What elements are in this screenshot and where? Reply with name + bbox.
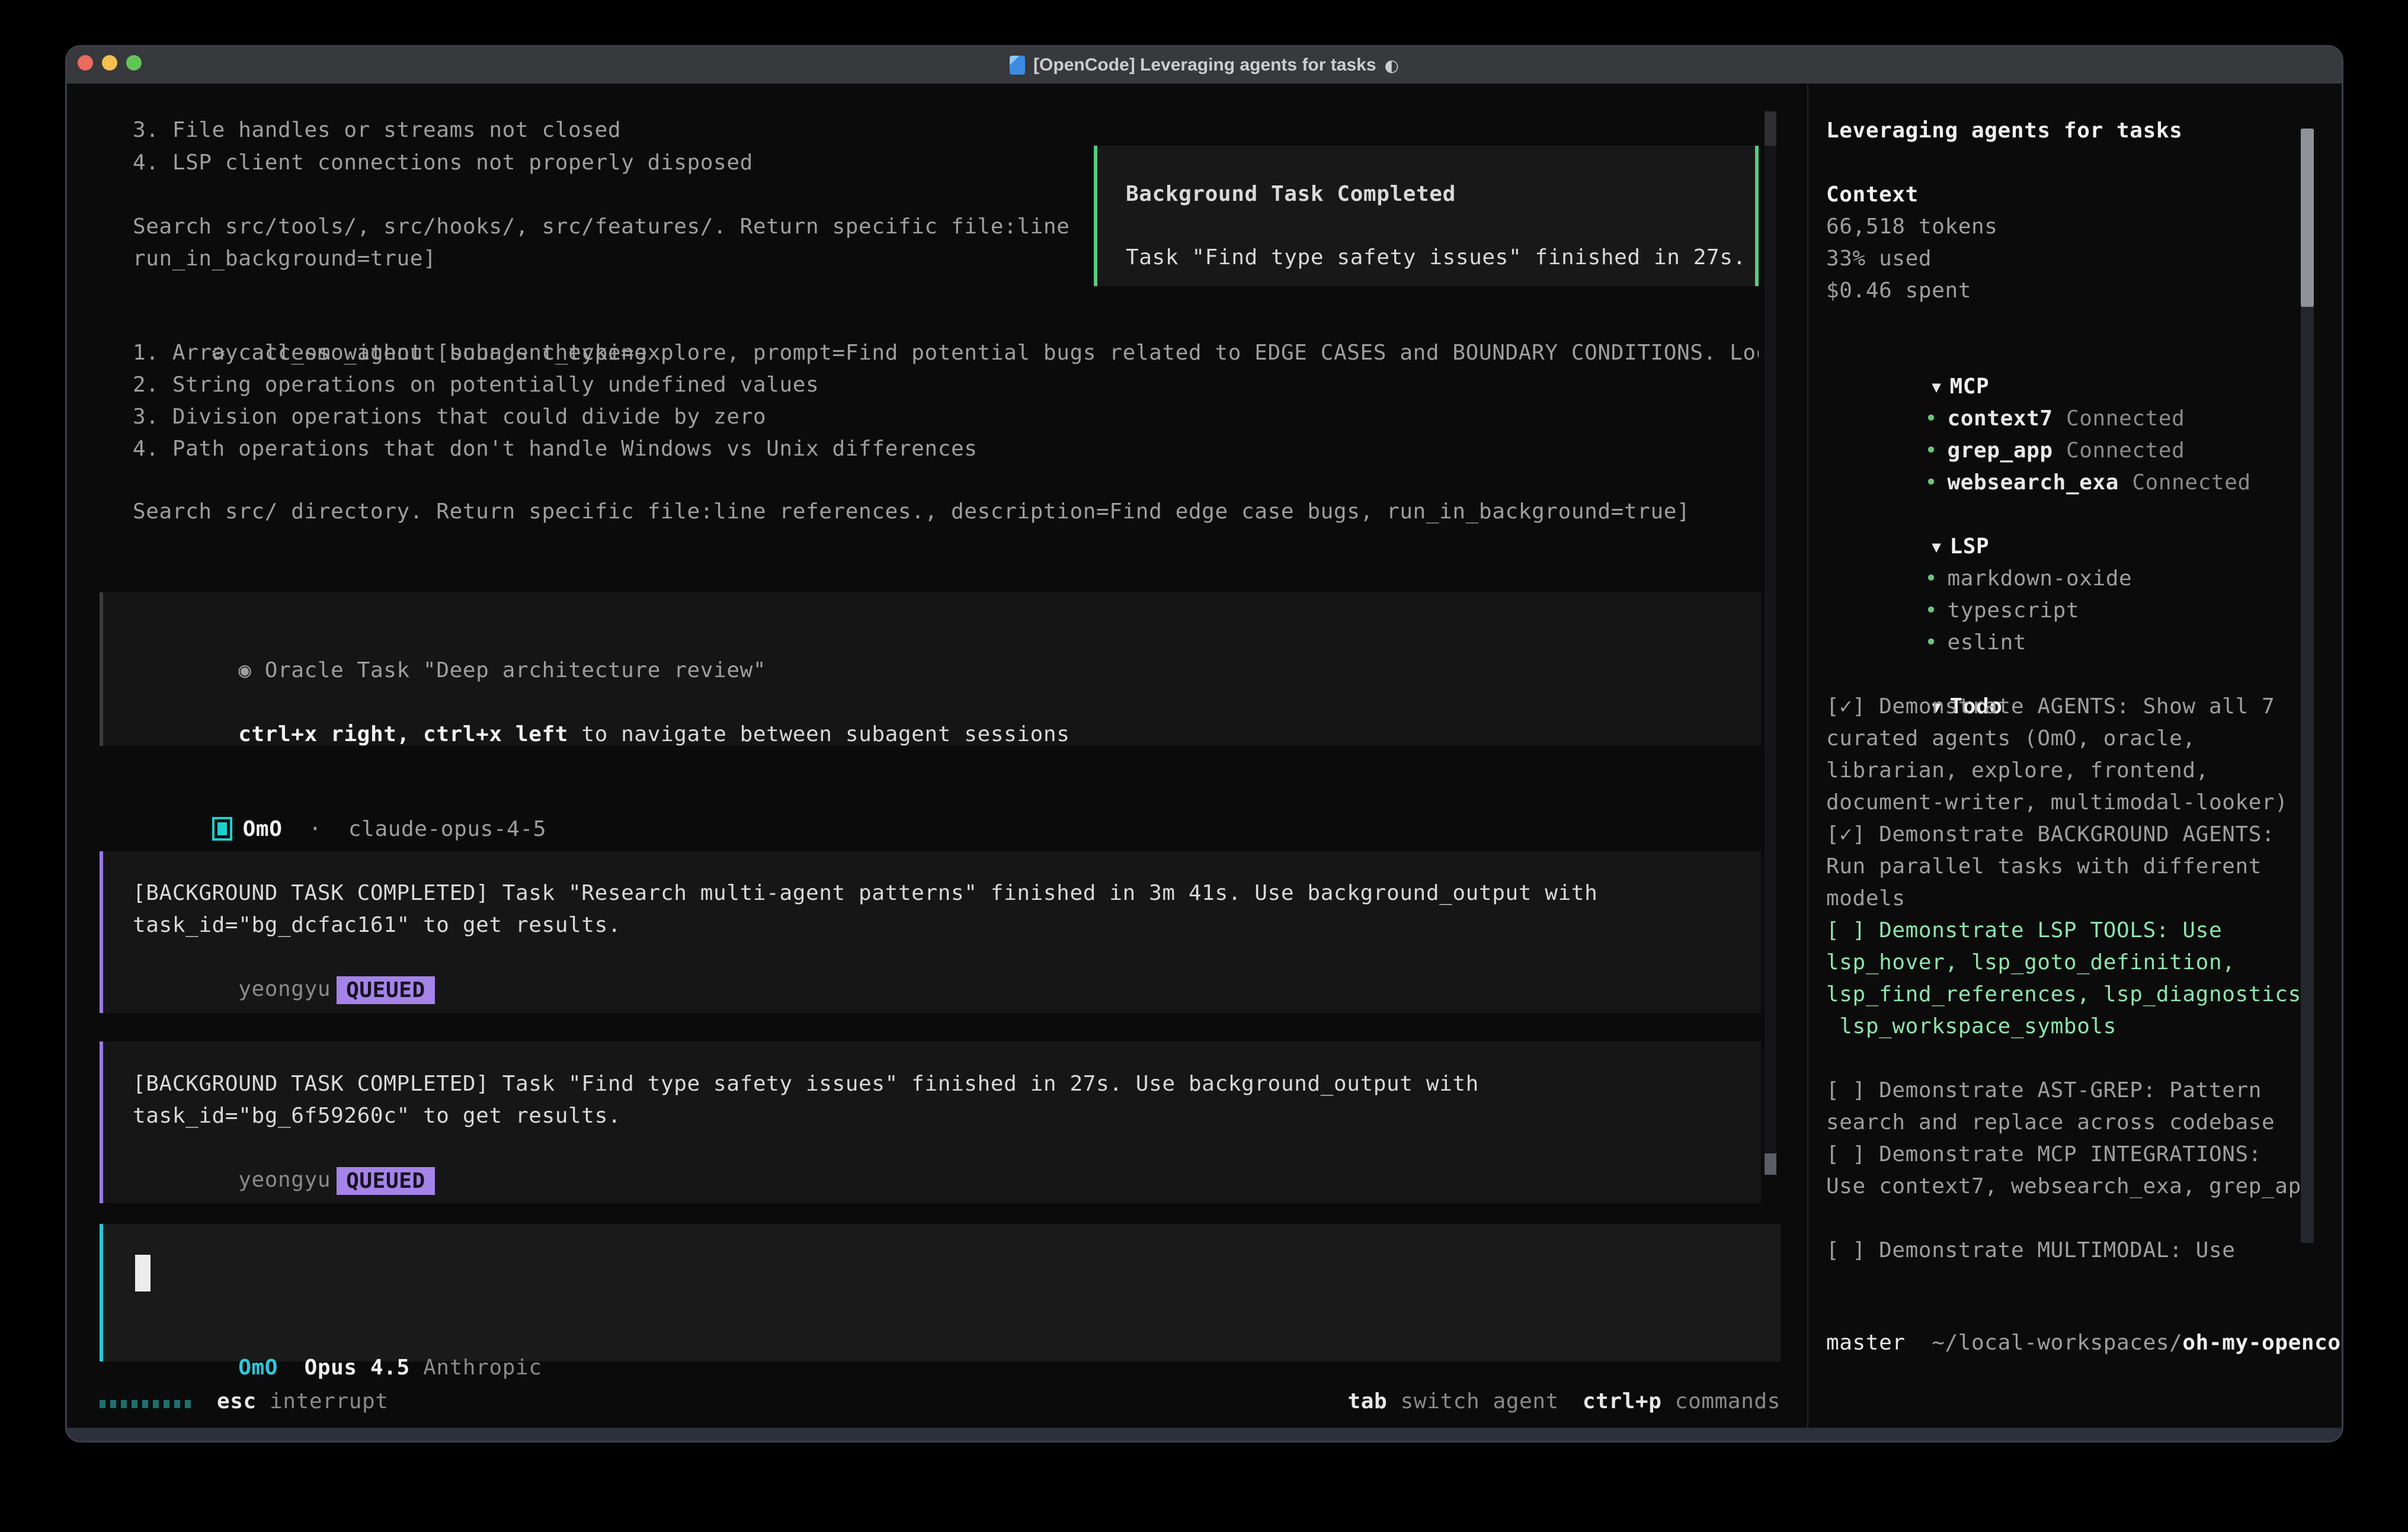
todo-line-done: document-writer, multimodal-looker) xyxy=(1826,787,2288,819)
agent-name: OmO xyxy=(243,817,283,841)
input-model-name: Opus 4.5 xyxy=(305,1355,410,1380)
minimize-button[interactable] xyxy=(102,55,117,70)
shortcut-esc: esc xyxy=(217,1389,257,1414)
sidebar-divider xyxy=(1807,84,1808,1428)
todo-line-done: models xyxy=(1826,883,1906,915)
oracle-hint: ctrl+x right, ctrl+x left to navigate be… xyxy=(133,687,1069,783)
fisheye-icon: ◉ xyxy=(238,658,251,682)
context-tokens: 66,518 tokens xyxy=(1826,211,1998,243)
repo-name: oh-my-opencode: xyxy=(2182,1331,2343,1355)
transcript-line: 3. File handles or streams not closed xyxy=(133,114,621,146)
transcript-line: Search src/tools/, src/hooks/, src/featu… xyxy=(133,211,1069,243)
tool-call-tail: Search src/ directory. Return specific f… xyxy=(133,496,1690,528)
sidebar: Leveraging agents for tasks Context 66,5… xyxy=(1809,84,2342,1428)
background-task-notification: Background Task Completed Task "Find typ… xyxy=(1094,146,1759,286)
input-agent-name: OmO xyxy=(238,1355,278,1380)
agent-model: claude-opus-4-5 xyxy=(348,817,546,841)
app-window: [OpenCode] Leveraging agents for tasks ◐… xyxy=(65,45,2343,1443)
prompt-input[interactable]: OmO Opus 4.5 Anthropic xyxy=(100,1224,1781,1361)
sidebar-session-title: Leveraging agents for tasks xyxy=(1826,115,2182,147)
message-line: task_id="bg_6f59260c" to get results. xyxy=(133,1100,621,1132)
half-circle-icon: ◐ xyxy=(1385,56,1399,75)
tool-call-item: 4. Path operations that don't handle Win… xyxy=(133,433,978,465)
todo-line-pending: [ ] Demonstrate MCP INTEGRATIONS: xyxy=(1826,1139,2262,1171)
mcp-status: Connected xyxy=(2132,470,2250,495)
todo-line-pending: [ ] Demonstrate MULTIMODAL: Use xyxy=(1826,1235,2236,1267)
todo-line-active: lsp_hover, lsp_goto_definition, xyxy=(1826,947,2236,979)
window-footer xyxy=(67,1428,2342,1441)
todo-line-pending: search and replace across codebase xyxy=(1826,1107,2275,1139)
todo-line-done: [✓] Demonstrate BACKGROUND AGENTS: xyxy=(1826,819,2275,851)
todo-line-done: curated agents (OmO, oracle, xyxy=(1826,723,2196,755)
bullet-icon: • xyxy=(1925,470,1938,495)
sidebar-scrollbar-thumb[interactable] xyxy=(2301,129,2314,307)
main-scrollbar-thumb-top[interactable] xyxy=(1765,111,1776,146)
transcript-line: run_in_background=true] xyxy=(133,243,436,275)
context-spent: $0.46 spent xyxy=(1826,275,1971,307)
status-bar: esc interrupt tab switch agent ctrl+p co… xyxy=(100,1385,1781,1417)
context-used: 33% used xyxy=(1826,243,1932,275)
agent-square-icon xyxy=(212,817,232,841)
shortcut-ctrl-x-right: ctrl+x right, xyxy=(238,722,423,746)
shortcut-ctrl-p: ctrl+p xyxy=(1583,1389,1662,1414)
zoom-button[interactable] xyxy=(126,55,142,70)
notification-body: Task "Find type safety issues" finished … xyxy=(1126,242,1746,274)
message-line: [BACKGROUND TASK COMPLETED] Task "Find t… xyxy=(133,1068,1479,1100)
status-badge: QUEUED xyxy=(337,976,435,1004)
message-line: task_id="bg_dcfac161" to get results. xyxy=(133,909,621,941)
text-cursor xyxy=(135,1255,150,1291)
todo-line-active: [ ] Demonstrate LSP TOOLS: Use xyxy=(1826,915,2222,947)
todo-line-active: lsp_workspace_symbols xyxy=(1826,1011,2116,1043)
git-branch: master xyxy=(1826,1327,1906,1359)
todo-line-pending: [ ] Demonstrate AST-GREP: Pattern xyxy=(1826,1075,2262,1107)
input-provider: Anthropic xyxy=(423,1355,542,1380)
message-line: [BACKGROUND TASK COMPLETED] Task "Resear… xyxy=(133,877,1597,909)
window-title-row: [OpenCode] Leveraging agents for tasks ◐ xyxy=(1010,55,1399,75)
author-name: yeongyu xyxy=(238,1168,331,1192)
close-button[interactable] xyxy=(78,55,93,70)
todo-line-pending: Use context7, websearch_exa, grep_app xyxy=(1826,1171,2314,1203)
activity-dots-icon xyxy=(100,1389,196,1414)
traffic-lights xyxy=(78,55,142,70)
main-scrollbar-thumb-bottom[interactable] xyxy=(1765,1153,1776,1175)
main-scrollbar-track[interactable] xyxy=(1765,111,1776,1175)
oracle-task-card: ◉ Oracle Task "Deep architecture review"… xyxy=(100,592,1761,746)
author-name: yeongyu xyxy=(238,977,331,1001)
notification-title: Background Task Completed xyxy=(1126,178,1456,210)
tool-call-item: 3. Division operations that could divide… xyxy=(133,401,766,433)
window-title: [OpenCode] Leveraging agents for tasks xyxy=(1033,55,1376,75)
todo-line-active: lsp_find_references, lsp_diagnostics, xyxy=(1826,979,2314,1011)
background-task-message: [BACKGROUND TASK COMPLETED] Task "Find t… xyxy=(100,1041,1761,1203)
document-icon xyxy=(1010,56,1025,75)
tool-call-item: 1. Array access without bounds checking xyxy=(133,337,648,369)
titlebar: [OpenCode] Leveraging agents for tasks ◐ xyxy=(67,47,2342,84)
status-badge: QUEUED xyxy=(337,1167,435,1195)
message-meta: yeongyuQUEUED xyxy=(133,1132,435,1228)
todo-line-done: Run parallel tasks with different xyxy=(1826,851,2262,883)
bullet-icon: • xyxy=(1925,630,1938,655)
shortcut-ctrl-x-left: ctrl+x left xyxy=(423,722,568,746)
tool-call-item: 2. String operations on potentially unde… xyxy=(133,369,819,401)
shortcut-tab: tab xyxy=(1347,1389,1387,1414)
context-heading: Context xyxy=(1826,179,1919,211)
message-meta: yeongyuQUEUED xyxy=(133,941,435,1037)
transcript-line: 4. LSP client connections not properly d… xyxy=(133,147,753,179)
background-task-message: [BACKGROUND TASK COMPLETED] Task "Resear… xyxy=(100,851,1761,1013)
todo-line-done: librarian, explore, frontend, xyxy=(1826,755,2209,787)
terminal-content: 3. File handles or streams not closed 4.… xyxy=(67,84,2342,1428)
todo-line-done: [✓] Demonstrate AGENTS: Show all 7 xyxy=(1826,691,2275,723)
